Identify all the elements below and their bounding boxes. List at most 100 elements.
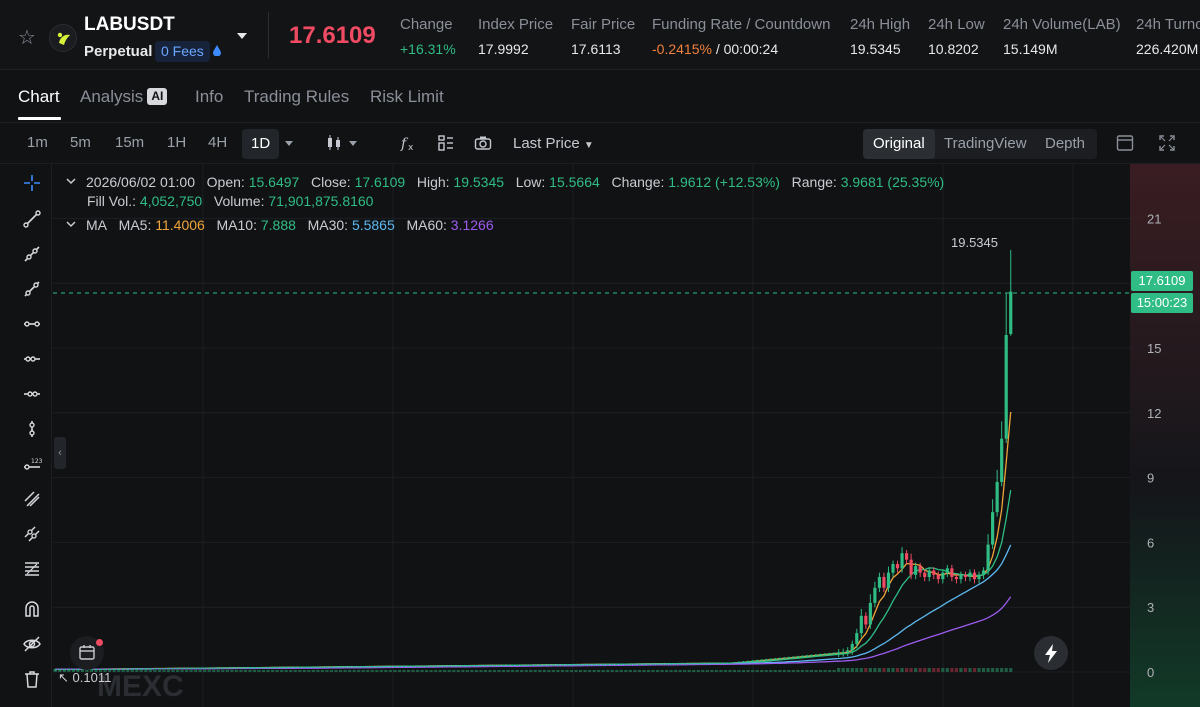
volume-bar: [642, 670, 646, 672]
candle-body: [370, 666, 374, 668]
timeframe-4h[interactable]: 4H: [208, 134, 227, 151]
timeframe-more-chevron-icon[interactable]: [283, 137, 295, 149]
candle-body: [855, 633, 859, 644]
symbol-name[interactable]: LABUSDT: [84, 14, 175, 36]
timeframe-15m[interactable]: 15m: [115, 134, 144, 151]
price-label-icon[interactable]: 123: [22, 454, 42, 474]
candle-body: [809, 654, 814, 656]
stat-value: -0.2415% / 00:00:24: [652, 41, 830, 57]
hide-drawings-eye-icon[interactable]: [22, 634, 42, 654]
vertical-line-icon[interactable]: [22, 419, 42, 439]
candle-body: [665, 663, 669, 665]
volume-bar: [619, 670, 623, 672]
volume-bar: [402, 670, 406, 672]
volume-bar: [972, 668, 977, 672]
extended-line-icon[interactable]: [22, 279, 42, 299]
panel-layout-icon[interactable]: [1116, 134, 1134, 152]
timeframe-1m[interactable]: 1m: [27, 134, 48, 151]
volume-bar: [941, 668, 945, 672]
candle-body: [828, 653, 832, 655]
timeframe-5m[interactable]: 5m: [70, 134, 91, 151]
quick-trade-button[interactable]: [1034, 636, 1068, 670]
volume-bar: [714, 670, 718, 672]
candlestick-type-icon[interactable]: [325, 134, 343, 152]
stat-funding-rate: Funding Rate / Countdown -0.2415% / 00:0…: [652, 16, 830, 57]
volume-bar: [945, 668, 949, 672]
volume-bar: [289, 670, 293, 672]
tab-risk-limit[interactable]: Risk Limit: [370, 87, 444, 107]
volume-bar: [338, 670, 343, 672]
candle-body: [289, 667, 293, 669]
candle-body: [529, 664, 533, 666]
horizontal-line-icon[interactable]: [22, 314, 42, 334]
candle-body: [823, 653, 827, 655]
trend-line-icon[interactable]: [22, 209, 42, 229]
price-line-icon[interactable]: [22, 384, 42, 404]
fibonacci-icon[interactable]: [22, 559, 42, 579]
candle-body: [637, 663, 641, 665]
volume-bar: [995, 668, 999, 672]
low-value: 15.5664: [549, 174, 600, 190]
candle-body: [859, 615, 863, 634]
candle-body: [787, 657, 791, 659]
candle-body: [443, 665, 447, 667]
legend-collapse-chevron-icon[interactable]: [66, 176, 76, 186]
volume-bar: [950, 668, 954, 672]
candle-body: [379, 666, 383, 668]
parallel-channel-icon[interactable]: [22, 489, 42, 509]
timeframe-1h[interactable]: 1H: [167, 134, 186, 151]
candle-body: [556, 664, 560, 666]
trash-icon[interactable]: [22, 669, 42, 689]
high-value: 19.5345: [453, 174, 505, 190]
volume-bar: [791, 670, 795, 672]
layout-template-icon[interactable]: [437, 134, 455, 152]
volume-bar: [818, 670, 823, 672]
candle-body: [234, 667, 238, 669]
candle-body: [588, 664, 592, 666]
symbol-dropdown-chevron-icon[interactable]: [234, 28, 250, 44]
crosshair-icon[interactable]: [22, 173, 42, 193]
volume-bar: [900, 668, 904, 672]
tab-info[interactable]: Info: [195, 87, 223, 107]
ma60-label: MA60:: [406, 217, 447, 233]
volume-bar: [280, 670, 284, 672]
magnet-icon[interactable]: [22, 599, 42, 619]
horizontal-ray-icon[interactable]: [22, 349, 42, 369]
timeframe-1d[interactable]: 1D: [242, 129, 280, 159]
fees-badge: 0 Fees: [155, 41, 210, 62]
volume-bar: [692, 670, 696, 672]
tab-analysis[interactable]: Analysis AI: [80, 87, 168, 107]
fullscreen-expand-icon[interactable]: [1158, 134, 1176, 152]
volume-bar: [465, 670, 469, 672]
ma-collapse-chevron-icon[interactable]: [66, 219, 76, 229]
chart-type-chevron-icon[interactable]: [347, 137, 359, 149]
volume-bar: [325, 670, 329, 672]
view-tradingview[interactable]: TradingView: [944, 129, 1027, 159]
candle-body: [483, 665, 488, 667]
candle-body: [601, 664, 605, 666]
indicators-fx-icon[interactable]: fx: [399, 134, 417, 152]
volume-bar: [434, 670, 438, 672]
open-label: Open:: [206, 174, 245, 190]
fill-volume-value: 4,052,750: [139, 193, 203, 209]
view-original[interactable]: Original: [863, 129, 935, 159]
volume-bar: [538, 670, 542, 672]
ray-line-icon[interactable]: [22, 244, 42, 264]
tab-chart[interactable]: Chart: [18, 87, 60, 107]
tab-trading-rules[interactable]: Trading Rules: [244, 87, 349, 107]
price-chart[interactable]: 211815129630 19.5345 MEXC: [53, 164, 1200, 707]
toolbar-collapse-handle[interactable]: ‹: [54, 437, 66, 469]
favorite-star-icon[interactable]: ☆: [18, 28, 38, 48]
pitchfork-icon[interactable]: [22, 524, 42, 544]
view-depth[interactable]: Depth: [1045, 129, 1085, 159]
volume-bar: [243, 670, 248, 672]
volume-bar: [809, 670, 814, 672]
ma-title: MA: [86, 217, 107, 233]
price-source-select[interactable]: Last Price ▼: [513, 135, 594, 152]
candle-body: [741, 661, 746, 663]
volume-bar: [212, 670, 216, 672]
close-value: 17.6109: [354, 174, 406, 190]
candle-body: [936, 574, 940, 580]
screenshot-camera-icon[interactable]: [474, 134, 492, 152]
volume-bar: [320, 670, 325, 672]
